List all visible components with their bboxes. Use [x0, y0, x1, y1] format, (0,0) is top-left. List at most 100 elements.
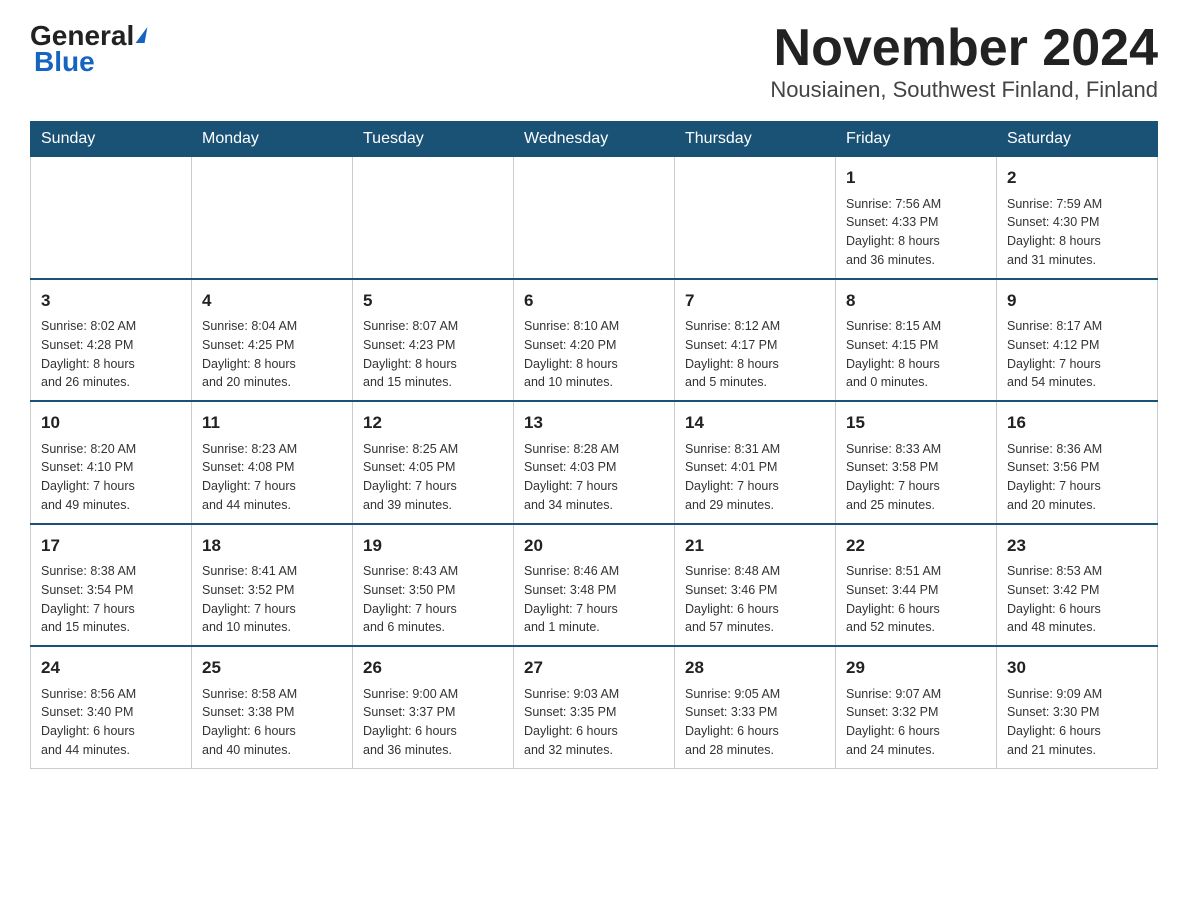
calendar-cell: 8 Sunrise: 8:15 AM Sunset: 4:15 PM Daylig… [836, 279, 997, 402]
day-number: 8 [846, 288, 986, 314]
day-info: Sunrise: 8:43 AM Sunset: 3:50 PM Dayligh… [363, 562, 503, 637]
calendar-cell [514, 157, 675, 279]
calendar-cell: 24 Sunrise: 8:56 AM Sunset: 3:40 PM Dayli… [31, 646, 192, 768]
day-number: 26 [363, 655, 503, 681]
day-info: Sunrise: 8:38 AM Sunset: 3:54 PM Dayligh… [41, 562, 181, 637]
day-info: Sunrise: 8:41 AM Sunset: 3:52 PM Dayligh… [202, 562, 342, 637]
calendar-cell: 26 Sunrise: 9:00 AM Sunset: 3:37 PM Dayli… [353, 646, 514, 768]
day-number: 10 [41, 410, 181, 436]
calendar-title: November 2024 [770, 20, 1158, 77]
day-info: Sunrise: 8:46 AM Sunset: 3:48 PM Dayligh… [524, 562, 664, 637]
day-info: Sunrise: 8:23 AM Sunset: 4:08 PM Dayligh… [202, 440, 342, 515]
logo-triangle-icon [136, 27, 148, 43]
calendar-cell [192, 157, 353, 279]
day-number: 2 [1007, 165, 1147, 191]
day-info: Sunrise: 7:56 AM Sunset: 4:33 PM Dayligh… [846, 195, 986, 270]
day-number: 22 [846, 533, 986, 559]
calendar-cell: 5 Sunrise: 8:07 AM Sunset: 4:23 PM Daylig… [353, 279, 514, 402]
day-number: 6 [524, 288, 664, 314]
col-header-tuesday: Tuesday [353, 122, 514, 157]
day-info: Sunrise: 8:15 AM Sunset: 4:15 PM Dayligh… [846, 317, 986, 392]
col-header-saturday: Saturday [997, 122, 1158, 157]
day-number: 24 [41, 655, 181, 681]
day-info: Sunrise: 9:07 AM Sunset: 3:32 PM Dayligh… [846, 685, 986, 760]
day-info: Sunrise: 9:09 AM Sunset: 3:30 PM Dayligh… [1007, 685, 1147, 760]
day-info: Sunrise: 8:04 AM Sunset: 4:25 PM Dayligh… [202, 317, 342, 392]
calendar-cell: 2 Sunrise: 7:59 AM Sunset: 4:30 PM Daylig… [997, 157, 1158, 279]
calendar-cell: 1 Sunrise: 7:56 AM Sunset: 4:33 PM Daylig… [836, 157, 997, 279]
col-header-friday: Friday [836, 122, 997, 157]
day-info: Sunrise: 8:20 AM Sunset: 4:10 PM Dayligh… [41, 440, 181, 515]
day-info: Sunrise: 8:56 AM Sunset: 3:40 PM Dayligh… [41, 685, 181, 760]
calendar-cell: 14Sunrise: 8:31 AM Sunset: 4:01 PM Dayli… [675, 401, 836, 524]
day-info: Sunrise: 8:58 AM Sunset: 3:38 PM Dayligh… [202, 685, 342, 760]
calendar-cell: 28 Sunrise: 9:05 AM Sunset: 3:33 PM Dayli… [675, 646, 836, 768]
day-number: 18 [202, 533, 342, 559]
day-number: 21 [685, 533, 825, 559]
calendar-cell: 30 Sunrise: 9:09 AM Sunset: 3:30 PM Dayli… [997, 646, 1158, 768]
day-number: 13 [524, 410, 664, 436]
calendar-cell: 12 Sunrise: 8:25 AM Sunset: 4:05 PM Dayli… [353, 401, 514, 524]
calendar-cell: 15 Sunrise: 8:33 AM Sunset: 3:58 PM Dayli… [836, 401, 997, 524]
calendar-cell: 20Sunrise: 8:46 AM Sunset: 3:48 PM Dayli… [514, 524, 675, 647]
calendar-cell [31, 157, 192, 279]
calendar-cell: 21 Sunrise: 8:48 AM Sunset: 3:46 PM Dayli… [675, 524, 836, 647]
day-info: Sunrise: 9:03 AM Sunset: 3:35 PM Dayligh… [524, 685, 664, 760]
day-number: 29 [846, 655, 986, 681]
calendar-cell: 22 Sunrise: 8:51 AM Sunset: 3:44 PM Dayli… [836, 524, 997, 647]
day-number: 1 [846, 165, 986, 191]
day-info: Sunrise: 9:05 AM Sunset: 3:33 PM Dayligh… [685, 685, 825, 760]
day-number: 5 [363, 288, 503, 314]
calendar-cell: 18 Sunrise: 8:41 AM Sunset: 3:52 PM Dayli… [192, 524, 353, 647]
logo-blue-text: Blue [34, 46, 95, 78]
day-info: Sunrise: 9:00 AM Sunset: 3:37 PM Dayligh… [363, 685, 503, 760]
col-header-thursday: Thursday [675, 122, 836, 157]
day-info: Sunrise: 8:25 AM Sunset: 4:05 PM Dayligh… [363, 440, 503, 515]
calendar-cell: 25 Sunrise: 8:58 AM Sunset: 3:38 PM Dayli… [192, 646, 353, 768]
calendar-week-row: 1 Sunrise: 7:56 AM Sunset: 4:33 PM Daylig… [31, 157, 1158, 279]
day-info: Sunrise: 8:07 AM Sunset: 4:23 PM Dayligh… [363, 317, 503, 392]
day-number: 3 [41, 288, 181, 314]
calendar-header-row: SundayMondayTuesdayWednesdayThursdayFrid… [31, 122, 1158, 157]
calendar-week-row: 10 Sunrise: 8:20 AM Sunset: 4:10 PM Dayli… [31, 401, 1158, 524]
calendar-cell: 23Sunrise: 8:53 AM Sunset: 3:42 PM Dayli… [997, 524, 1158, 647]
calendar-cell: 10 Sunrise: 8:20 AM Sunset: 4:10 PM Dayli… [31, 401, 192, 524]
day-info: Sunrise: 8:02 AM Sunset: 4:28 PM Dayligh… [41, 317, 181, 392]
day-info: Sunrise: 8:28 AM Sunset: 4:03 PM Dayligh… [524, 440, 664, 515]
title-block: November 2024 Nousiainen, Southwest Finl… [770, 20, 1158, 103]
calendar-cell: 19 Sunrise: 8:43 AM Sunset: 3:50 PM Dayli… [353, 524, 514, 647]
day-number: 15 [846, 410, 986, 436]
calendar-subtitle: Nousiainen, Southwest Finland, Finland [770, 77, 1158, 103]
calendar-table: SundayMondayTuesdayWednesdayThursdayFrid… [30, 121, 1158, 769]
day-info: Sunrise: 8:33 AM Sunset: 3:58 PM Dayligh… [846, 440, 986, 515]
day-number: 17 [41, 533, 181, 559]
day-info: Sunrise: 8:48 AM Sunset: 3:46 PM Dayligh… [685, 562, 825, 637]
day-info: Sunrise: 8:51 AM Sunset: 3:44 PM Dayligh… [846, 562, 986, 637]
day-info: Sunrise: 8:36 AM Sunset: 3:56 PM Dayligh… [1007, 440, 1147, 515]
calendar-cell [353, 157, 514, 279]
day-number: 19 [363, 533, 503, 559]
calendar-week-row: 3 Sunrise: 8:02 AM Sunset: 4:28 PM Daylig… [31, 279, 1158, 402]
day-number: 23 [1007, 533, 1147, 559]
day-number: 11 [202, 410, 342, 436]
day-number: 27 [524, 655, 664, 681]
calendar-cell: 17 Sunrise: 8:38 AM Sunset: 3:54 PM Dayli… [31, 524, 192, 647]
day-number: 16 [1007, 410, 1147, 436]
day-info: Sunrise: 7:59 AM Sunset: 4:30 PM Dayligh… [1007, 195, 1147, 270]
day-number: 25 [202, 655, 342, 681]
page-header: General Blue November 2024 Nousiainen, S… [30, 20, 1158, 103]
calendar-week-row: 24 Sunrise: 8:56 AM Sunset: 3:40 PM Dayli… [31, 646, 1158, 768]
col-header-wednesday: Wednesday [514, 122, 675, 157]
day-info: Sunrise: 8:31 AM Sunset: 4:01 PM Dayligh… [685, 440, 825, 515]
day-info: Sunrise: 8:17 AM Sunset: 4:12 PM Dayligh… [1007, 317, 1147, 392]
day-number: 30 [1007, 655, 1147, 681]
day-info: Sunrise: 8:10 AM Sunset: 4:20 PM Dayligh… [524, 317, 664, 392]
calendar-cell: 11 Sunrise: 8:23 AM Sunset: 4:08 PM Dayli… [192, 401, 353, 524]
calendar-cell: 27 Sunrise: 9:03 AM Sunset: 3:35 PM Dayli… [514, 646, 675, 768]
calendar-cell: 16 Sunrise: 8:36 AM Sunset: 3:56 PM Dayli… [997, 401, 1158, 524]
calendar-cell: 4Sunrise: 8:04 AM Sunset: 4:25 PM Daylig… [192, 279, 353, 402]
calendar-cell: 9Sunrise: 8:17 AM Sunset: 4:12 PM Daylig… [997, 279, 1158, 402]
day-number: 28 [685, 655, 825, 681]
day-number: 12 [363, 410, 503, 436]
col-header-monday: Monday [192, 122, 353, 157]
